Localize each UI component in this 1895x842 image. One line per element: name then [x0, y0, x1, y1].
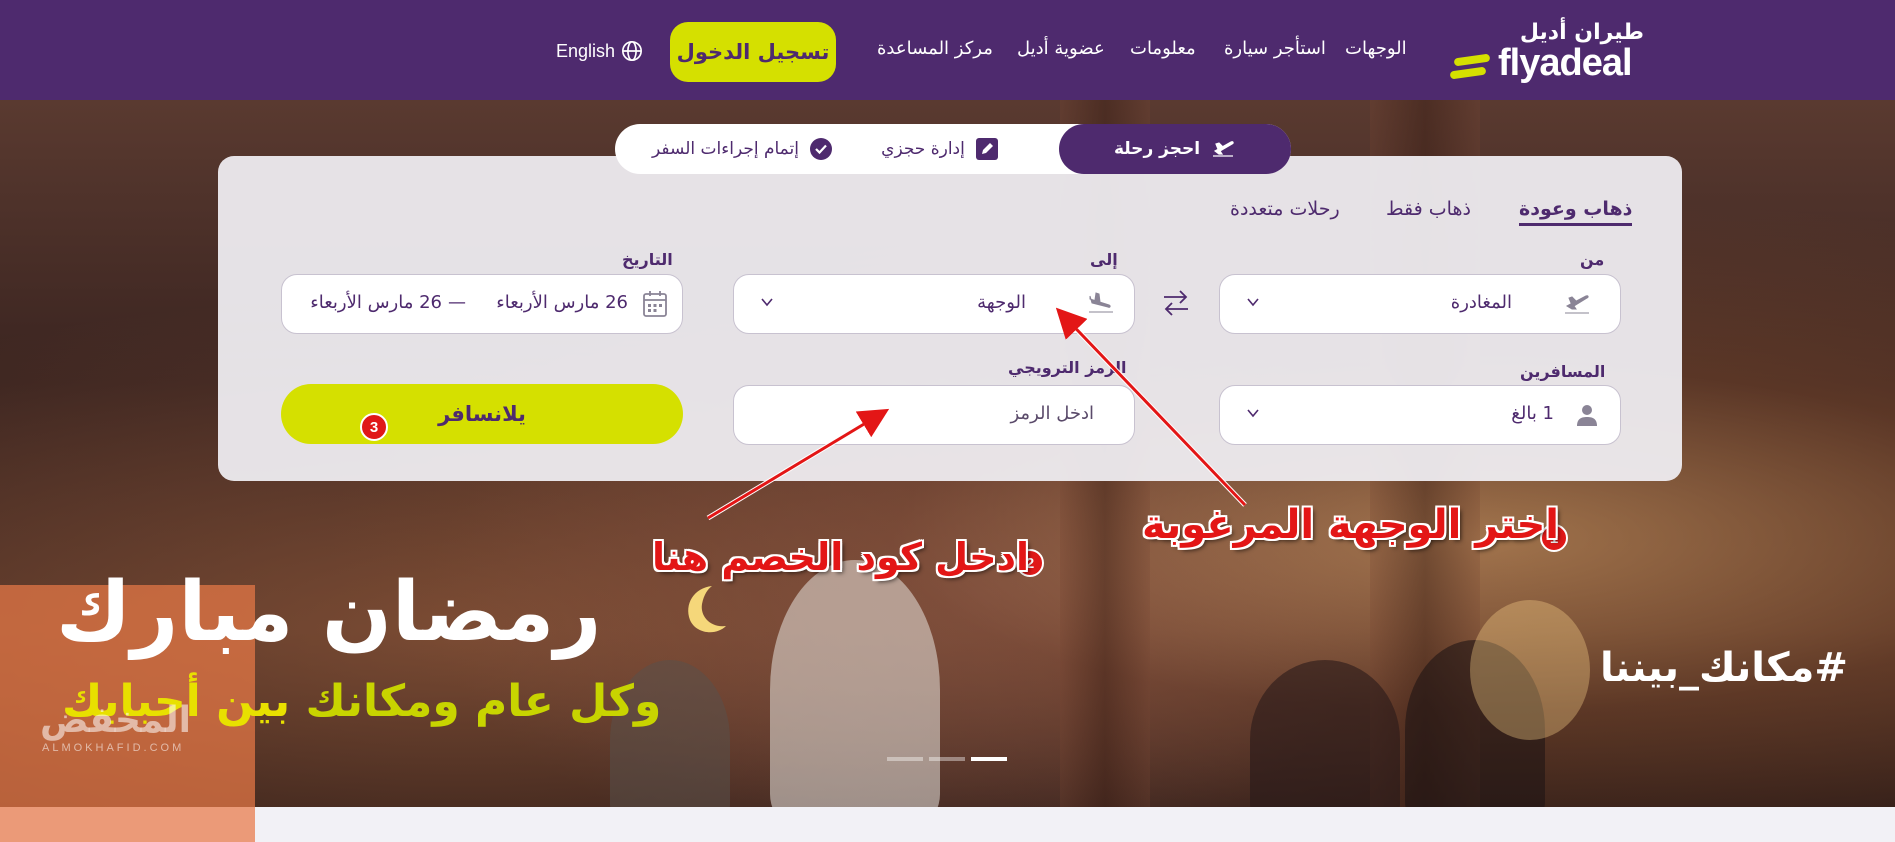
arrow-to-promo: [707, 408, 890, 520]
step-badge-3: 3: [360, 413, 388, 441]
arrow-to-destination: [1055, 307, 1247, 507]
step1-annotation: اختر الوجهة المرغوبة: [1142, 502, 1560, 548]
annotation-arrows: [706, 307, 1247, 521]
step2-annotation: ادخل كود الخصم هنا: [652, 535, 1029, 579]
